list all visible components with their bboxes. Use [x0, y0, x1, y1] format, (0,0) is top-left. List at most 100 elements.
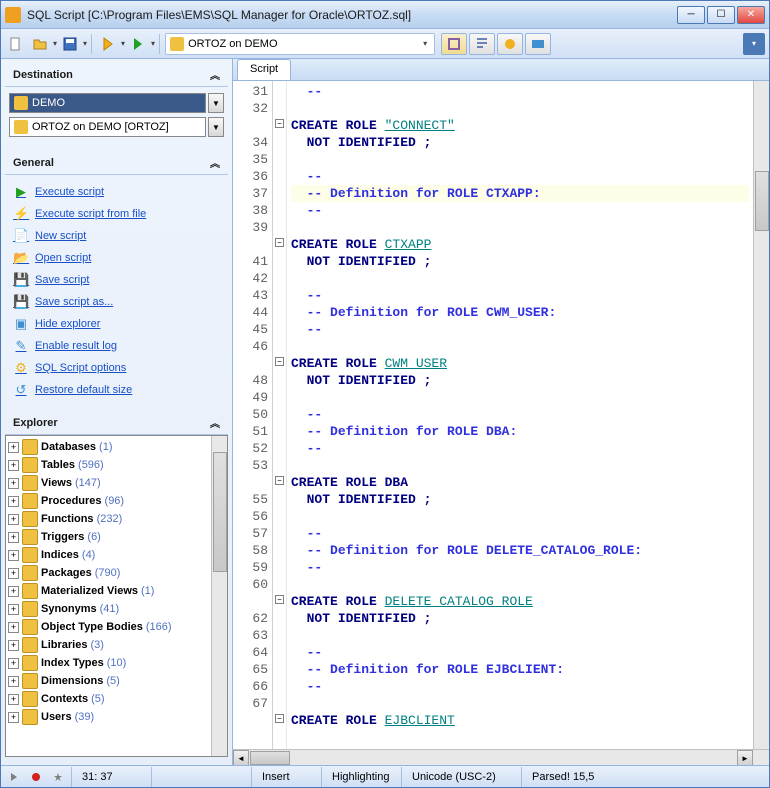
connection-select[interactable]: ORTOZ on DEMO — [165, 33, 435, 55]
expand-icon[interactable]: + — [8, 478, 19, 489]
collapse-icon[interactable]: ︽ — [210, 415, 220, 430]
fold-icon[interactable]: − — [275, 357, 284, 366]
editor-hscrollbar[interactable]: ◄► — [233, 749, 769, 765]
toolbar-overflow-icon[interactable]: ▾ — [743, 33, 765, 55]
folder-icon — [22, 565, 38, 581]
expand-icon[interactable]: + — [8, 604, 19, 615]
editor-vscrollbar[interactable] — [753, 81, 769, 749]
expand-icon[interactable]: + — [8, 514, 19, 525]
expand-icon[interactable]: + — [8, 586, 19, 597]
explorer-tree[interactable]: +Databases (1)+Tables (596)+Views (147)+… — [5, 435, 228, 757]
folder-icon — [22, 637, 38, 653]
window-title: SQL Script [C:\Program Files\EMS\SQL Man… — [27, 8, 677, 22]
db-icon — [170, 37, 184, 51]
expand-icon[interactable]: + — [8, 712, 19, 723]
tree-item[interactable]: +Users (39) — [6, 708, 227, 726]
action-open-script[interactable]: 📂Open script — [9, 247, 224, 269]
tree-item[interactable]: +Dimensions (5) — [6, 672, 227, 690]
action-icon: 💾 — [13, 272, 29, 288]
expand-icon[interactable]: + — [8, 622, 19, 633]
action-icon: 💾 — [13, 294, 29, 310]
action-icon: ↺ — [13, 382, 29, 398]
dest-db-select[interactable]: DEMO — [9, 93, 206, 113]
save-icon[interactable] — [59, 33, 81, 55]
statusbar: 31: 37 Insert Highlighting Unicode (USC-… — [1, 765, 769, 787]
expand-icon[interactable]: + — [8, 568, 19, 579]
tab-script[interactable]: Script — [237, 59, 291, 80]
fold-icon[interactable]: − — [275, 238, 284, 247]
action-execute-script[interactable]: ▶Execute script — [9, 181, 224, 203]
tree-item[interactable]: +Libraries (3) — [6, 636, 227, 654]
code-editor[interactable]: 3132343536373839414243444546484950515253… — [233, 81, 769, 749]
open-icon[interactable] — [29, 33, 51, 55]
expand-icon[interactable]: + — [8, 676, 19, 687]
play-icon[interactable] — [5, 769, 23, 785]
fold-icon[interactable]: − — [275, 714, 284, 723]
tree-item[interactable]: +Indices (4) — [6, 546, 227, 564]
tree-item[interactable]: +Contexts (5) — [6, 690, 227, 708]
tree-item[interactable]: +Databases (1) — [6, 438, 227, 456]
app-window: SQL Script [C:\Program Files\EMS\SQL Man… — [0, 0, 770, 788]
dropdown-icon[interactable]: ▼ — [208, 93, 224, 113]
star-icon[interactable] — [49, 769, 67, 785]
expand-icon[interactable]: + — [8, 658, 19, 669]
tree-item[interactable]: +Materialized Views (1) — [6, 582, 227, 600]
tree-item[interactable]: +Tables (596) — [6, 456, 227, 474]
minimize-button[interactable]: ─ — [677, 6, 705, 24]
action-hide-explorer[interactable]: ▣Hide explorer — [9, 313, 224, 335]
dest-conn-select[interactable]: ORTOZ on DEMO [ORTOZ] — [9, 117, 206, 137]
dropdown-icon[interactable]: ▼ — [208, 117, 224, 137]
status-mode: Insert — [251, 767, 321, 787]
run-icon[interactable] — [127, 33, 149, 55]
action-icon: ⚙ — [13, 360, 29, 376]
folder-icon — [14, 96, 28, 110]
collapse-icon[interactable]: ︽ — [210, 67, 220, 82]
status-position: 31: 37 — [71, 767, 151, 787]
expand-icon[interactable]: + — [8, 496, 19, 507]
tree-item[interactable]: +Index Types (10) — [6, 654, 227, 672]
toolbar-btn-4[interactable] — [525, 33, 551, 55]
titlebar: SQL Script [C:\Program Files\EMS\SQL Man… — [1, 1, 769, 29]
expand-icon[interactable]: + — [8, 532, 19, 543]
fold-icon[interactable]: − — [275, 476, 284, 485]
folder-icon — [22, 493, 38, 509]
record-icon[interactable] — [27, 769, 45, 785]
folder-icon — [22, 601, 38, 617]
collapse-icon[interactable]: ︽ — [210, 155, 220, 170]
action-icon: ▣ — [13, 316, 29, 332]
expand-icon[interactable]: + — [8, 460, 19, 471]
folder-icon — [22, 475, 38, 491]
tree-item[interactable]: +Synonyms (41) — [6, 600, 227, 618]
action-sql-script-options[interactable]: ⚙SQL Script options — [9, 357, 224, 379]
tree-item[interactable]: +Procedures (96) — [6, 492, 227, 510]
tree-item[interactable]: +Packages (790) — [6, 564, 227, 582]
expand-icon[interactable]: + — [8, 694, 19, 705]
tree-item[interactable]: +Views (147) — [6, 474, 227, 492]
action-icon: ⚡ — [13, 206, 29, 222]
general-header: General︽ — [5, 151, 228, 175]
expand-icon[interactable]: + — [8, 550, 19, 561]
fold-icon[interactable]: − — [275, 119, 284, 128]
action-enable-result-log[interactable]: ✎Enable result log — [9, 335, 224, 357]
action-save-script[interactable]: 💾Save script — [9, 269, 224, 291]
new-icon[interactable] — [5, 33, 27, 55]
execute-icon[interactable] — [97, 33, 119, 55]
explorer-scrollbar[interactable] — [211, 436, 227, 756]
close-button[interactable]: ✕ — [737, 6, 765, 24]
toolbar-btn-3[interactable] — [497, 33, 523, 55]
folder-icon — [22, 619, 38, 635]
action-new-script[interactable]: 📄New script — [9, 225, 224, 247]
maximize-button[interactable]: ☐ — [707, 6, 735, 24]
tree-item[interactable]: +Object Type Bodies (166) — [6, 618, 227, 636]
action-restore-default-size[interactable]: ↺Restore default size — [9, 379, 224, 401]
expand-icon[interactable]: + — [8, 442, 19, 453]
toolbar-btn-1[interactable] — [441, 33, 467, 55]
expand-icon[interactable]: + — [8, 640, 19, 651]
explorer-header: Explorer︽ — [5, 411, 228, 435]
tree-item[interactable]: +Triggers (6) — [6, 528, 227, 546]
fold-icon[interactable]: − — [275, 595, 284, 604]
action-save-script-as-[interactable]: 💾Save script as... — [9, 291, 224, 313]
toolbar-btn-2[interactable] — [469, 33, 495, 55]
tree-item[interactable]: +Functions (232) — [6, 510, 227, 528]
action-execute-script-from-file[interactable]: ⚡Execute script from file — [9, 203, 224, 225]
